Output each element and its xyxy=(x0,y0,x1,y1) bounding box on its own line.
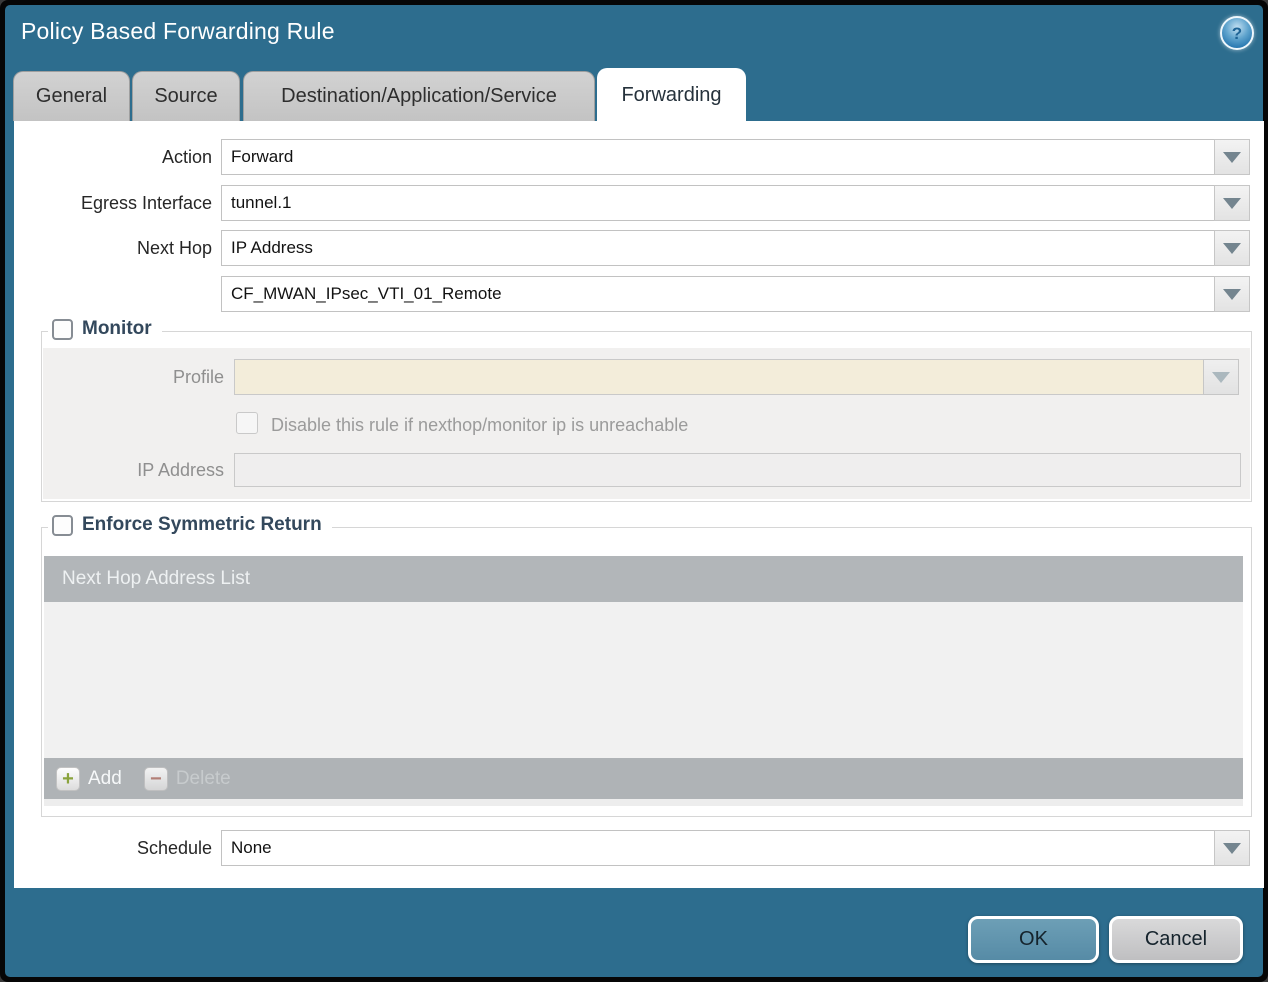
enforce-symmetric-return-section: Enforce Symmetric Return Next Hop Addres… xyxy=(41,514,1252,817)
egress-interface-value: tunnel.1 xyxy=(231,193,292,212)
action-dropdown-button[interactable] xyxy=(1214,139,1250,175)
tab-label: Destination/Application/Service xyxy=(281,85,557,107)
monitor-ip-address-input xyxy=(234,453,1241,487)
enforce-symmetric-return-legend-label: Enforce Symmetric Return xyxy=(82,514,322,535)
schedule-value: None xyxy=(231,838,272,857)
next-hop-address-dropdown-button[interactable] xyxy=(1214,276,1250,312)
content-panel: Action Forward Egress Interface tunnel.1… xyxy=(14,121,1264,888)
plus-icon: + xyxy=(56,766,80,791)
table-header: Next Hop Address List xyxy=(44,556,1243,602)
action-value: Forward xyxy=(231,147,294,166)
tab-label: General xyxy=(35,85,108,107)
add-button[interactable]: + Add xyxy=(56,766,122,791)
pbf-dialog: Policy Based Forwarding Rule ? General S… xyxy=(5,5,1264,977)
tab-label: Source xyxy=(154,85,218,107)
monitor-legend: Monitor xyxy=(48,318,162,340)
disable-rule-checkbox xyxy=(236,412,258,434)
egress-interface-dropdown-button[interactable] xyxy=(1214,185,1250,221)
chevron-down-icon xyxy=(1223,242,1241,254)
help-icon[interactable]: ? xyxy=(1220,16,1254,50)
action-select[interactable]: Forward xyxy=(221,139,1215,175)
egress-interface-select[interactable]: tunnel.1 xyxy=(221,185,1215,221)
monitor-legend-label: Monitor xyxy=(82,318,152,339)
next-hop-type-value: IP Address xyxy=(231,238,313,257)
delete-button-label: Delete xyxy=(175,767,231,789)
next-hop-type-select[interactable]: IP Address xyxy=(221,230,1215,266)
cancel-button[interactable]: Cancel xyxy=(1109,916,1243,963)
chevron-down-icon xyxy=(1212,371,1230,383)
next-hop-address-list-table: Next Hop Address List + Add − Delete xyxy=(44,556,1243,806)
next-hop-address-select[interactable]: CF_MWAN_IPsec_VTI_01_Remote xyxy=(221,276,1215,312)
ok-button-label: OK xyxy=(1019,928,1048,950)
page-title: Policy Based Forwarding Rule xyxy=(21,18,335,44)
minus-icon: − xyxy=(143,766,168,791)
next-hop-label: Next Hop xyxy=(136,238,212,258)
cancel-button-label: Cancel xyxy=(1144,928,1208,950)
schedule-label: Schedule xyxy=(136,838,212,858)
monitor-checkbox[interactable] xyxy=(52,318,73,340)
next-hop-type-dropdown-button[interactable] xyxy=(1214,230,1250,266)
table-footer: + Add − Delete xyxy=(44,758,1243,799)
question-mark-glyph: ? xyxy=(1231,23,1243,43)
profile-dropdown-button xyxy=(1203,359,1239,395)
tab-destination-application-service[interactable]: Destination/Application/Service xyxy=(243,71,595,121)
tab-forwarding[interactable]: Forwarding xyxy=(597,68,746,123)
tab-general[interactable]: General xyxy=(13,71,130,121)
ok-button[interactable]: OK xyxy=(968,916,1099,963)
table-body xyxy=(44,602,1243,758)
chevron-down-icon xyxy=(1223,288,1241,300)
schedule-select[interactable]: None xyxy=(221,830,1215,866)
tab-label: Forwarding xyxy=(621,84,722,106)
delete-button: − Delete xyxy=(143,766,231,791)
profile-label: Profile xyxy=(172,367,224,387)
chevron-down-icon xyxy=(1223,151,1241,163)
schedule-dropdown-button[interactable] xyxy=(1214,830,1250,866)
monitor-ip-address-label: IP Address xyxy=(137,460,224,480)
profile-field xyxy=(234,359,1204,395)
enforce-symmetric-return-checkbox[interactable] xyxy=(52,514,73,536)
action-label: Action xyxy=(161,147,212,167)
tab-source[interactable]: Source xyxy=(132,71,240,121)
table-bottom-strip xyxy=(44,799,1243,806)
egress-interface-label: Egress Interface xyxy=(80,193,212,213)
enforce-symmetric-return-legend: Enforce Symmetric Return xyxy=(48,514,332,536)
add-button-label: Add xyxy=(88,767,122,789)
monitor-section: Monitor Profile Disable this rule if nex… xyxy=(41,318,1252,502)
chevron-down-icon xyxy=(1223,197,1241,209)
next-hop-address-value: CF_MWAN_IPsec_VTI_01_Remote xyxy=(231,284,502,303)
chevron-down-icon xyxy=(1223,842,1241,854)
disable-rule-label: Disable this rule if nexthop/monitor ip … xyxy=(271,415,689,435)
pbf-dialog-window: Policy Based Forwarding Rule ? General S… xyxy=(0,0,1268,982)
